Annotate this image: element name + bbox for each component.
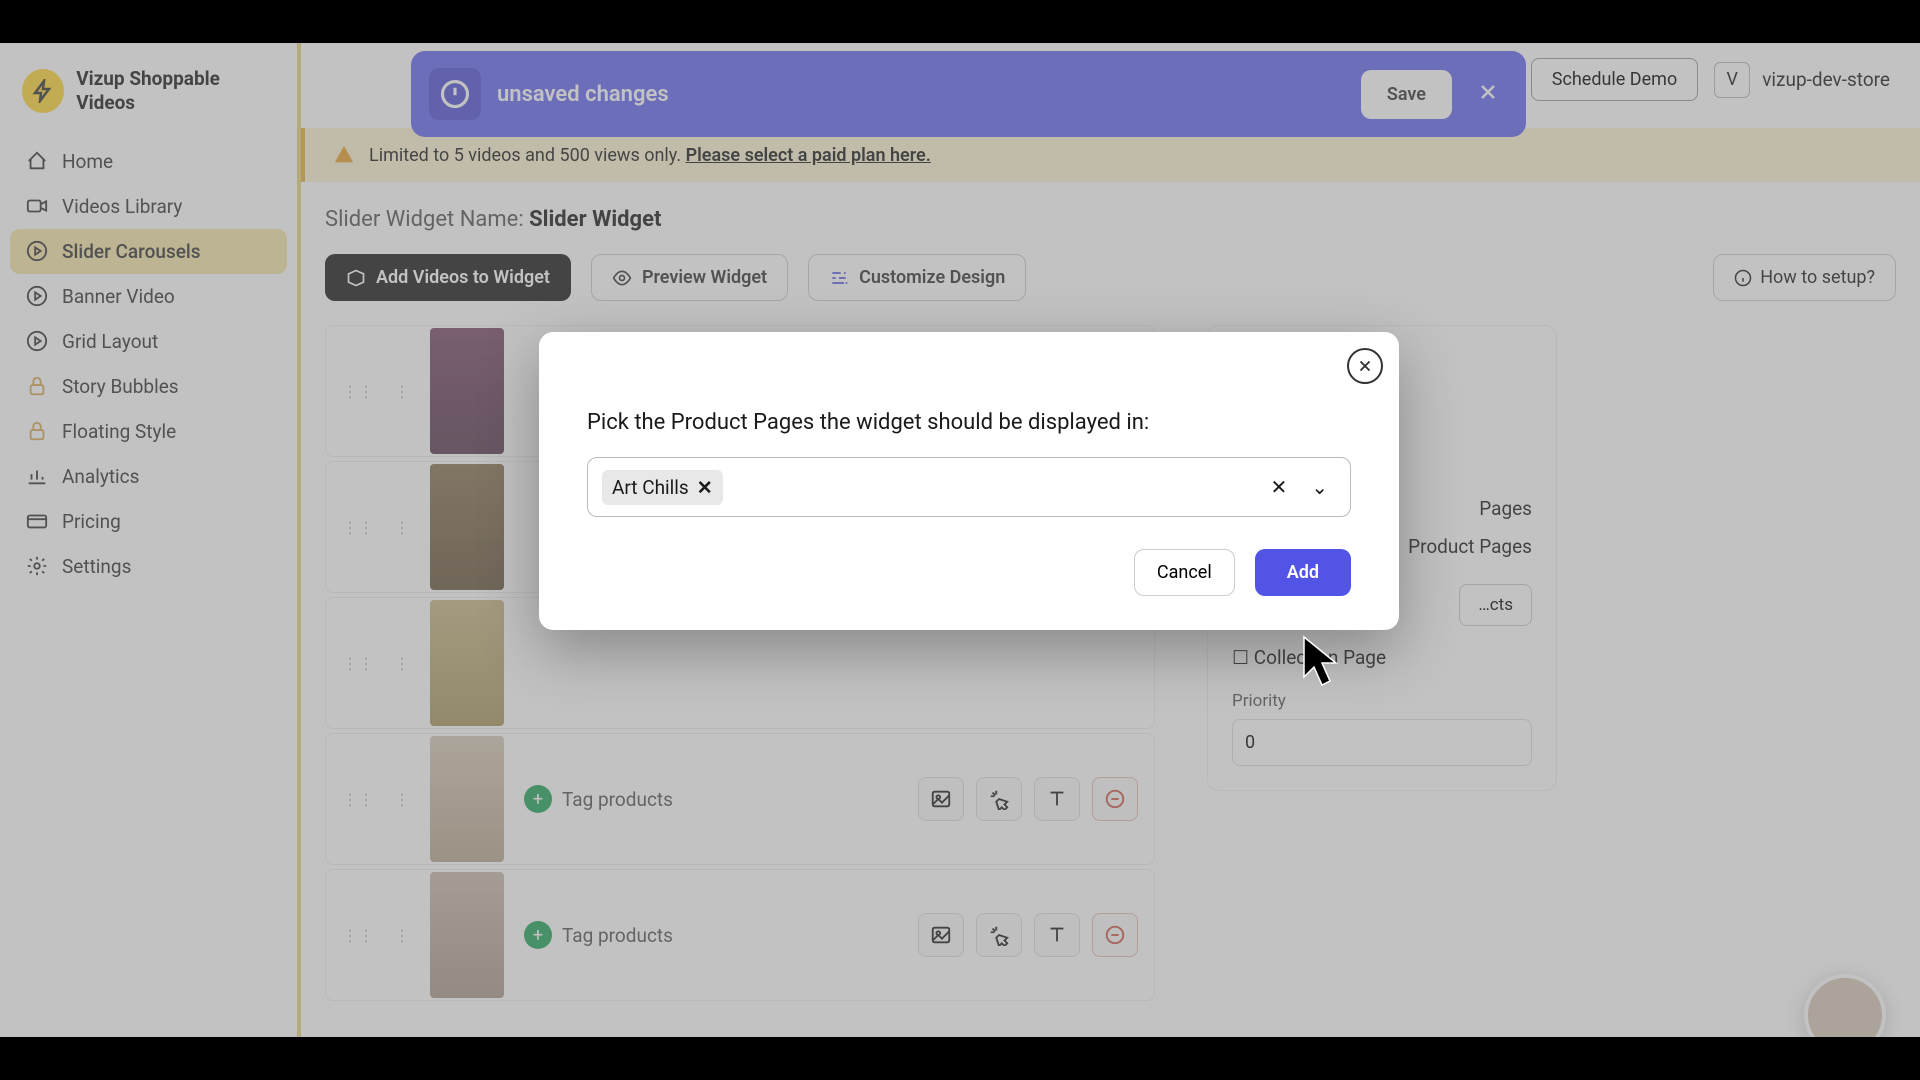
modal-title: Pick the Product Pages the widget should… <box>587 370 1351 435</box>
cancel-button[interactable]: Cancel <box>1134 549 1235 596</box>
select-clear-icon[interactable]: ✕ <box>1262 471 1295 503</box>
close-icon <box>1356 357 1374 375</box>
selected-chip: Art Chills ✕ <box>602 470 723 505</box>
product-select[interactable]: Art Chills ✕ ✕ ⌄ <box>587 457 1351 517</box>
chevron-down-icon[interactable]: ⌄ <box>1303 471 1336 503</box>
chip-remove-icon[interactable]: ✕ <box>697 476 713 499</box>
modal-close-button[interactable] <box>1347 348 1383 384</box>
product-pages-modal: Pick the Product Pages the widget should… <box>539 332 1399 630</box>
add-button[interactable]: Add <box>1255 549 1351 596</box>
